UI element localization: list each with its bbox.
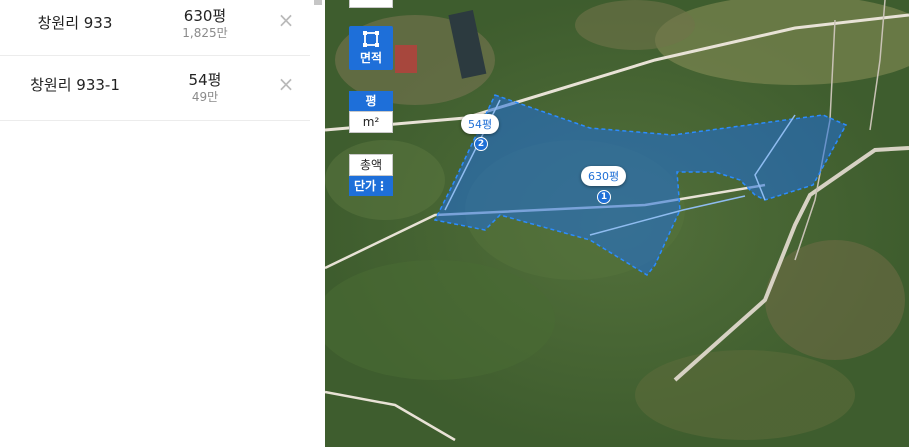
scrollbar[interactable] [314,0,322,5]
parcel-name: 창원리 933 [37,14,113,32]
list-item[interactable]: 창원리 933 630평 1,825만 × [0,0,310,56]
close-icon[interactable]: × [276,74,296,94]
unit-price-label: 단가 [353,179,377,193]
parcel-price: 1,825만 [182,26,228,40]
parcel-label[interactable]: 54평 [461,114,500,134]
close-icon[interactable]: × [276,10,296,30]
parcel-area: 630평 [183,7,227,25]
parcel-name: 창원리 933-1 [30,76,120,94]
more-vertical-icon: ⋮ [376,179,389,193]
area-measure-button[interactable]: 면적 [349,26,393,70]
area-square-icon [363,31,379,47]
satellite-map [325,0,909,447]
area-measure-label: 면적 [359,51,383,65]
parcel-list-panel: 창원리 933 630평 1,825만 × 창원리 933-1 54평 49만 … [0,0,325,447]
list-item[interactable]: 창원리 933-1 54평 49만 × [0,56,310,121]
parcel-price: 49만 [191,90,219,104]
unit-price-toggle[interactable]: 단가⋮ [349,176,393,196]
parcel-number-badge: 2 [474,137,488,151]
unit-pyeong-toggle[interactable]: 평 [349,91,393,111]
map-view[interactable]: 면적 평 m² 총액 단가⋮ 54평 2 630평 1 [325,0,909,447]
zoom-control[interactable] [349,0,393,8]
unit-m2-toggle[interactable]: m² [349,111,393,133]
parcel-label[interactable]: 630평 [581,166,627,186]
parcel-number-badge: 1 [597,190,611,204]
parcel-area: 54평 [188,71,222,89]
total-price-toggle[interactable]: 총액 [349,154,393,176]
